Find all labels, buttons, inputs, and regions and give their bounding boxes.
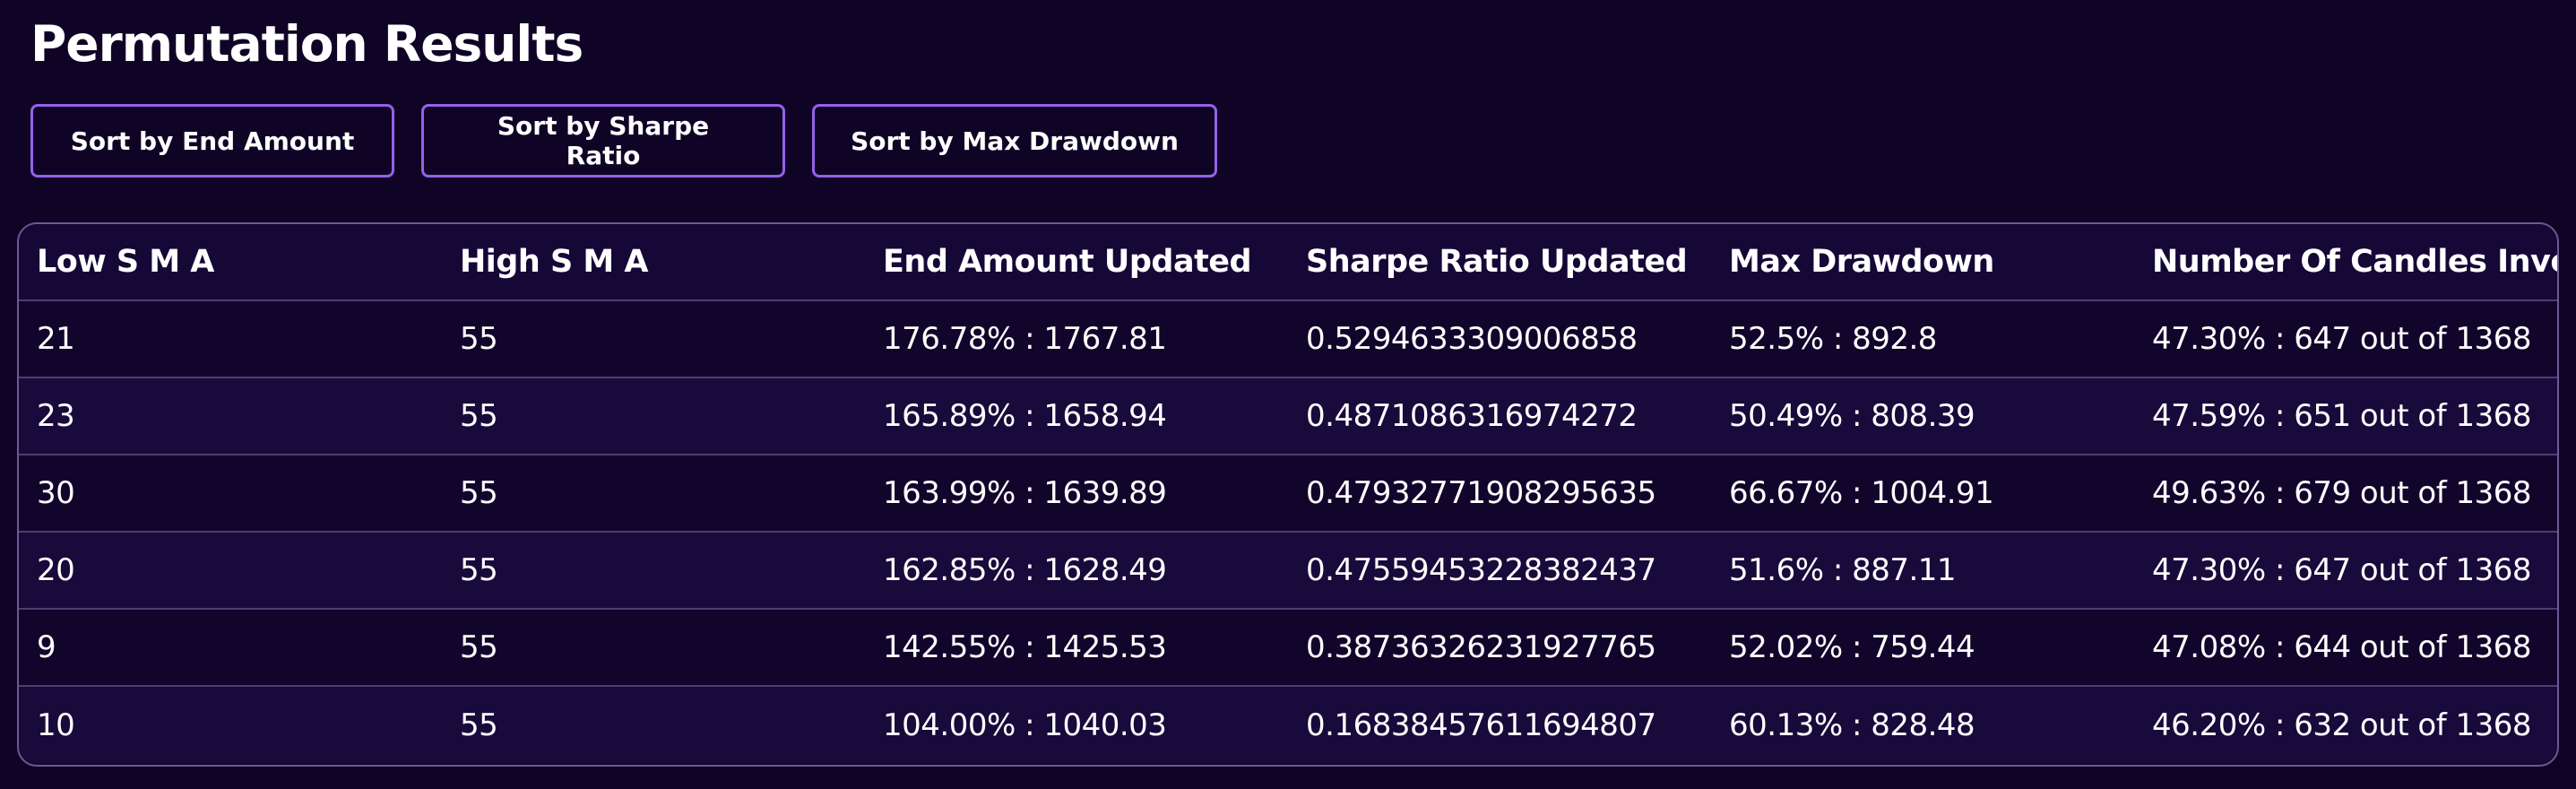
cell-max-drawdown: 60.13% : 828.48 [1729, 707, 1975, 743]
cell-sharpe-ratio: 0.38736326231927765 [1306, 629, 1656, 665]
table-row: 21 55 176.78% : 1767.81 0.52946333090068… [19, 300, 2557, 377]
cell-low-sma: 21 [37, 321, 75, 357]
table-row: 20 55 162.85% : 1628.49 0.47559453228382… [19, 532, 2557, 609]
results-table: Low S M A High S M A End Amount Updated … [19, 224, 2559, 763]
cell-sharpe-ratio: 0.47932771908295635 [1306, 475, 1656, 511]
cell-max-drawdown: 52.02% : 759.44 [1729, 629, 1975, 665]
results-table-container[interactable]: Low S M A High S M A End Amount Updated … [17, 222, 2559, 767]
column-header-end-amount: End Amount Updated [883, 244, 1252, 280]
cell-max-drawdown: 66.67% : 1004.91 [1729, 475, 1994, 511]
cell-low-sma: 23 [37, 398, 75, 434]
cell-end-amount: 176.78% : 1767.81 [883, 321, 1167, 357]
cell-candles-invested: 47.59% : 651 out of 1368 [2152, 398, 2532, 434]
column-header-high-sma: High S M A [460, 244, 648, 280]
cell-high-sma: 55 [460, 398, 498, 434]
cell-max-drawdown: 52.5% : 892.8 [1729, 321, 1937, 357]
column-header-candles-invested: Number Of Candles Inve [2152, 244, 2559, 280]
cell-low-sma: 30 [37, 475, 75, 511]
table-row: 23 55 165.89% : 1658.94 0.48710863169742… [19, 377, 2557, 455]
column-header-max-drawdown: Max Drawdown [1729, 244, 1994, 280]
cell-sharpe-ratio: 0.16838457611694807 [1306, 707, 1656, 743]
table-header-row: Low S M A High S M A End Amount Updated … [19, 224, 2559, 300]
cell-candles-invested: 47.08% : 644 out of 1368 [2152, 629, 2532, 665]
cell-low-sma: 20 [37, 552, 75, 588]
page-title: Permutation Results [30, 15, 583, 73]
cell-end-amount: 163.99% : 1639.89 [883, 475, 1167, 511]
cell-high-sma: 55 [460, 321, 498, 357]
table-row: 30 55 163.99% : 1639.89 0.47932771908295… [19, 455, 2557, 532]
cell-high-sma: 55 [460, 475, 498, 511]
sort-by-end-amount-button[interactable]: Sort by End Amount [30, 104, 394, 178]
cell-end-amount: 142.55% : 1425.53 [883, 629, 1167, 665]
column-header-sharpe-ratio: Sharpe Ratio Updated [1306, 244, 1688, 280]
sort-by-max-drawdown-button[interactable]: Sort by Max Drawdown [812, 104, 1217, 178]
sort-by-sharpe-ratio-button[interactable]: Sort by Sharpe Ratio [421, 104, 785, 178]
cell-end-amount: 165.89% : 1658.94 [883, 398, 1167, 434]
column-header-low-sma: Low S M A [37, 244, 214, 280]
cell-low-sma: 10 [37, 707, 75, 743]
results-page: Permutation Results Sort by End Amount S… [0, 0, 2576, 789]
cell-candles-invested: 47.30% : 647 out of 1368 [2152, 321, 2532, 357]
cell-sharpe-ratio: 0.5294633309006858 [1306, 321, 1638, 357]
table-row: 10 55 104.00% : 1040.03 0.16838457611694… [19, 686, 2557, 763]
table-row: 9 55 142.55% : 1425.53 0.387363262319277… [19, 609, 2557, 686]
cell-high-sma: 55 [460, 552, 498, 588]
cell-low-sma: 9 [37, 629, 56, 665]
sort-toolbar: Sort by End Amount Sort by Sharpe Ratio … [30, 104, 1217, 178]
cell-candles-invested: 46.20% : 632 out of 1368 [2152, 707, 2532, 743]
cell-end-amount: 104.00% : 1040.03 [883, 707, 1167, 743]
cell-candles-invested: 49.63% : 679 out of 1368 [2152, 475, 2532, 511]
cell-sharpe-ratio: 0.47559453228382437 [1306, 552, 1656, 588]
cell-candles-invested: 47.30% : 647 out of 1368 [2152, 552, 2532, 588]
cell-end-amount: 162.85% : 1628.49 [883, 552, 1167, 588]
cell-max-drawdown: 50.49% : 808.39 [1729, 398, 1975, 434]
cell-high-sma: 55 [460, 629, 498, 665]
cell-sharpe-ratio: 0.4871086316974272 [1306, 398, 1638, 434]
cell-max-drawdown: 51.6% : 887.11 [1729, 552, 1957, 588]
cell-high-sma: 55 [460, 707, 498, 743]
